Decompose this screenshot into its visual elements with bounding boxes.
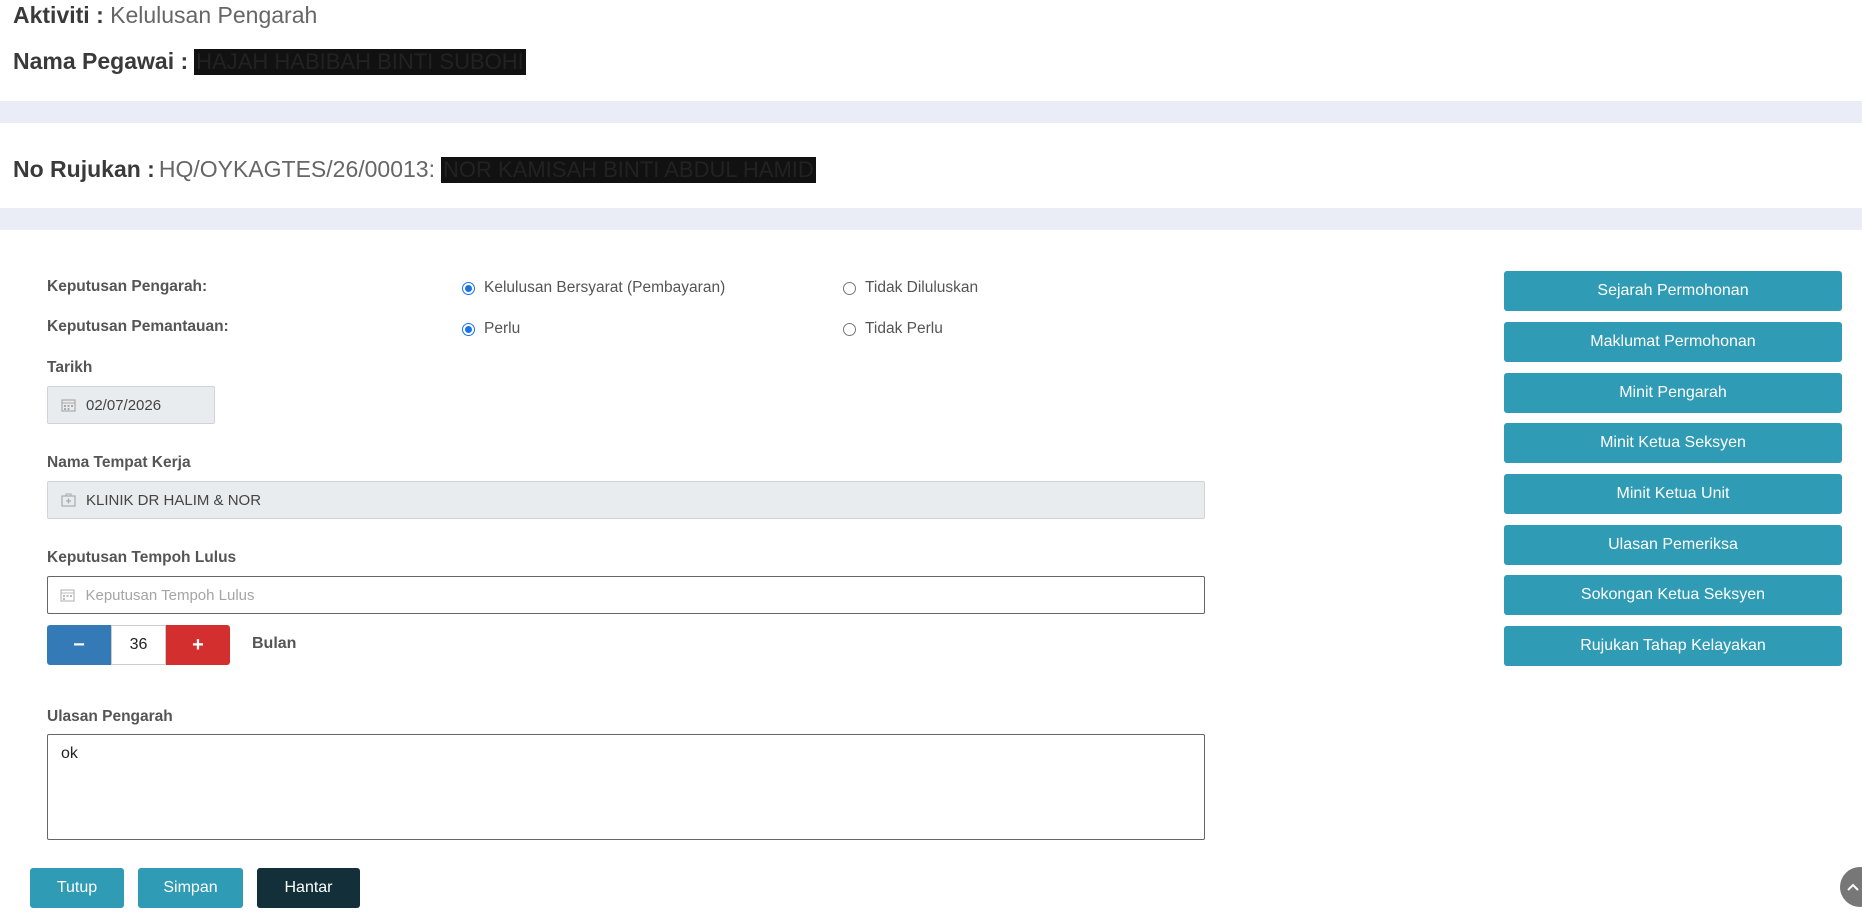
reference-value: HQ/OYKAGTES/26/00013: [158, 156, 435, 182]
section-divider [0, 208, 1862, 230]
radio-kelulusan-bersyarat[interactable]: Kelulusan Bersyarat (Pembayaran) [462, 279, 725, 297]
section-divider [0, 101, 1862, 123]
ulasan-pemeriksa-button[interactable]: Ulasan Pemeriksa [1504, 525, 1842, 565]
header-block: Aktiviti : Kelulusan Pengarah Nama Pegaw… [0, 0, 1862, 101]
radio-tidak-diluluskan[interactable]: Tidak Diluluskan [843, 279, 978, 297]
tarikh-value: 02/07/2026 [86, 396, 162, 414]
tempat-kerja-input[interactable]: KLINIK DR HALIM & NOR [47, 481, 1205, 519]
form-area: Keputusan Pengarah: Kelulusan Bersyarat … [0, 230, 1862, 912]
hantar-button[interactable]: Hantar [257, 868, 360, 908]
maklumat-permohonan-button[interactable]: Maklumat Permohonan [1504, 322, 1842, 362]
radio-label: Tidak Perlu [865, 320, 943, 337]
reference-block: No Rujukan : HQ/OYKAGTES/26/00013: NOR K… [0, 123, 1862, 208]
tutup-button[interactable]: Tutup [30, 868, 124, 908]
reference-line: No Rujukan : HQ/OYKAGTES/26/00013: NOR K… [13, 156, 816, 183]
radio-selected-icon [462, 281, 475, 295]
radio-tidak-perlu[interactable]: Tidak Perlu [843, 320, 943, 338]
minit-pengarah-button[interactable]: Minit Pengarah [1504, 373, 1842, 413]
stepper-value[interactable]: 36 [111, 625, 166, 665]
calendar-icon [60, 588, 75, 602]
activity-line: Aktiviti : Kelulusan Pengarah [13, 2, 317, 29]
ulasan-label: Ulasan Pengarah [47, 708, 173, 725]
reference-label: No Rujukan : [13, 156, 155, 182]
minit-ketua-seksyen-button[interactable]: Minit Ketua Seksyen [1504, 423, 1842, 463]
tarikh-label: Tarikh [47, 359, 93, 376]
radio-label: Kelulusan Bersyarat (Pembayaran) [484, 279, 726, 296]
radio-unselected-icon [843, 281, 856, 295]
ulasan-textarea[interactable]: ok [47, 734, 1205, 840]
radio-label: Tidak Diluluskan [865, 279, 979, 296]
pegawai-label: Nama Pegawai : [13, 48, 189, 74]
scroll-to-top-button[interactable] [1840, 867, 1862, 907]
chevron-up-icon [1847, 878, 1859, 896]
minit-ketua-unit-button[interactable]: Minit Ketua Unit [1504, 474, 1842, 514]
rujukan-tahap-kelayakan-button[interactable]: Rujukan Tahap Kelayakan [1504, 626, 1842, 666]
tempoh-lulus-field[interactable] [47, 576, 1205, 614]
tempat-kerja-label: Nama Tempat Kerja [47, 454, 191, 471]
decrement-button[interactable]: − [47, 625, 111, 665]
keputusan-pengarah-label: Keputusan Pengarah: [47, 278, 208, 295]
activity-label: Aktiviti : [13, 2, 104, 28]
calendar-icon [60, 398, 76, 412]
radio-selected-icon [462, 322, 475, 336]
stepper-unit-label: Bulan [252, 635, 297, 652]
reference-name-redacted: NOR KAMISAH BINTI ABDUL HAMID [440, 156, 816, 183]
sejarah-permohonan-button[interactable]: Sejarah Permohonan [1504, 271, 1842, 311]
radio-perlu[interactable]: Perlu [462, 320, 520, 338]
increment-button[interactable]: + [166, 625, 230, 665]
tarikh-input[interactable]: 02/07/2026 [47, 386, 215, 424]
sokongan-ketua-seksyen-button[interactable]: Sokongan Ketua Seksyen [1504, 575, 1842, 615]
simpan-button[interactable]: Simpan [138, 868, 243, 908]
tempat-kerja-value: KLINIK DR HALIM & NOR [86, 491, 262, 509]
keputusan-pemantauan-label: Keputusan Pemantauan: [47, 318, 229, 335]
activity-value: Kelulusan Pengarah [110, 2, 318, 28]
tempoh-lulus-input[interactable] [85, 586, 1204, 604]
pegawai-name-redacted: HAJAH HABIBAH BINTI SUBOHI [194, 48, 526, 75]
pegawai-line: Nama Pegawai : HAJAH HABIBAH BINTI SUBOH… [13, 48, 526, 75]
radio-unselected-icon [843, 322, 856, 336]
medical-kit-icon [60, 493, 76, 507]
tempoh-lulus-label: Keputusan Tempoh Lulus [47, 549, 237, 566]
radio-label: Perlu [484, 320, 521, 337]
bulan-stepper: − 36 + [47, 625, 230, 665]
